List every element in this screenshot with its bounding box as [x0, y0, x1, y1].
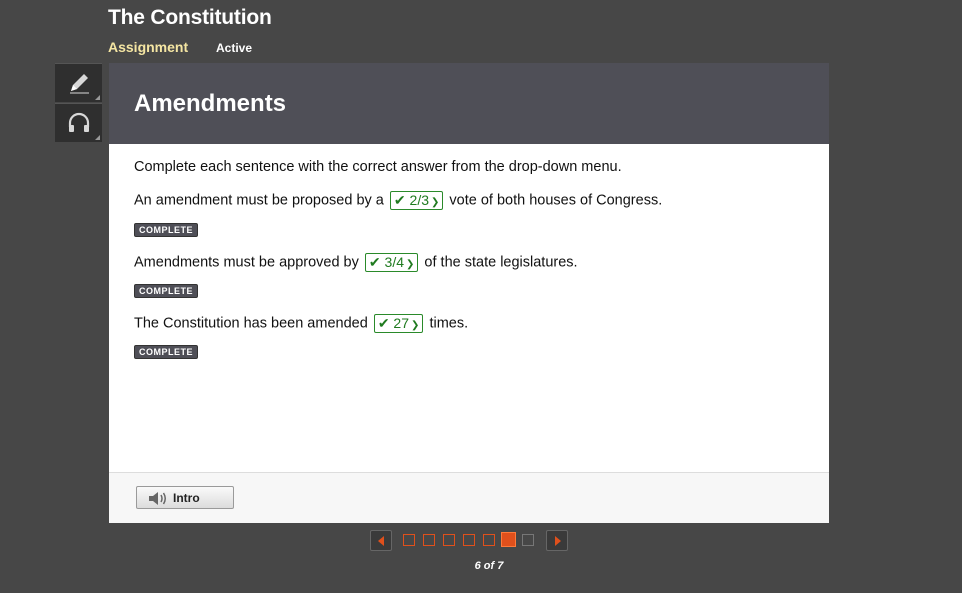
answer-dropdown-1[interactable]: ✔ 2/3 ❯: [389, 191, 444, 210]
status-badge: COMPLETE: [134, 284, 198, 298]
dropdown-value: ✔ 2/3: [393, 192, 429, 208]
chevron-down-icon: ❯: [406, 259, 415, 270]
page-2-indicator[interactable]: [423, 534, 435, 546]
status-active: Active: [216, 41, 253, 55]
app-title: The Constitution: [108, 6, 272, 29]
dropdown-value: ✔ 27: [377, 315, 410, 331]
headphones-icon: [68, 112, 90, 132]
question-2: Amendments must be approved by ✔ 3/4 ❯ of…: [134, 253, 578, 272]
chevron-down-icon: ❯: [431, 197, 440, 208]
page-3-indicator[interactable]: [443, 534, 455, 546]
arrow-right-icon: [555, 536, 561, 546]
question-text-after: of the state legislatures.: [424, 254, 578, 271]
arrow-left-icon: [378, 536, 384, 546]
page-title: Amendments: [134, 90, 287, 117]
page-counter: 6 of 7: [474, 560, 504, 572]
status-badge: COMPLETE: [134, 345, 198, 359]
panel-footer: Intro: [109, 472, 829, 523]
chevron-down-icon: ❯: [411, 320, 420, 331]
tab-assignment[interactable]: Assignment: [108, 39, 188, 55]
tool-menu-corner: [95, 95, 100, 100]
question-text-before: An amendment must be proposed by a: [134, 192, 384, 209]
panel-header: Amendments: [109, 63, 829, 144]
question-text-before: Amendments must be approved by: [134, 254, 359, 271]
intro-button[interactable]: Intro: [136, 486, 234, 509]
audio-tool-button[interactable]: [55, 103, 102, 142]
activity-panel: Amendments Complete each sentence with t…: [109, 63, 829, 523]
question-1: An amendment must be proposed by a ✔ 2/3…: [134, 191, 662, 210]
page-1-indicator[interactable]: [403, 534, 415, 546]
page-5-indicator[interactable]: [483, 534, 495, 546]
instructions: Complete each sentence with the correct …: [134, 159, 622, 175]
pencil-icon: [70, 74, 89, 94]
next-page-button[interactable]: [546, 530, 568, 551]
tool-menu-corner: [95, 135, 100, 140]
pencil-tool-button[interactable]: [55, 63, 102, 102]
status-badge: COMPLETE: [134, 223, 198, 237]
dropdown-value: ✔ 3/4: [368, 254, 404, 270]
intro-button-label: Intro: [173, 491, 200, 505]
question-text-after: vote of both houses of Congress.: [449, 192, 663, 209]
page-7-indicator[interactable]: [522, 534, 534, 546]
question-text-before: The Constitution has been amended: [134, 315, 368, 332]
page-6-indicator-current[interactable]: [501, 532, 516, 547]
answer-dropdown-2[interactable]: ✔ 3/4 ❯: [364, 253, 419, 272]
prev-page-button[interactable]: [370, 530, 392, 551]
question-3: The Constitution has been amended ✔ 27 ❯ …: [134, 314, 468, 333]
answer-dropdown-3[interactable]: ✔ 27 ❯: [373, 314, 424, 333]
speaker-icon: [149, 492, 166, 505]
page-4-indicator[interactable]: [463, 534, 475, 546]
question-text-after: times.: [429, 315, 469, 332]
